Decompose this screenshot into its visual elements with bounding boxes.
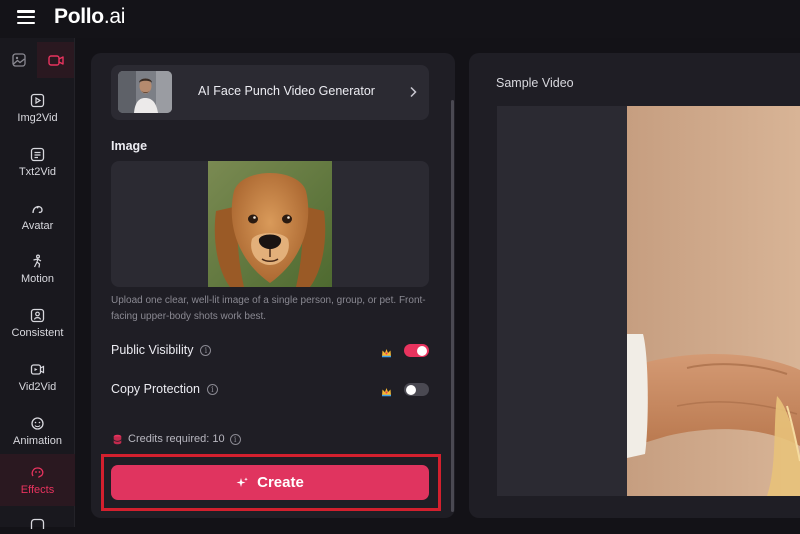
info-icon[interactable]: i (200, 344, 212, 356)
sidebar-item-label: Animation (13, 435, 62, 447)
copy-protection-toggle[interactable] (404, 383, 429, 396)
effects-icon (31, 466, 44, 478)
sidebar-item-effects[interactable]: Effects (0, 454, 75, 506)
sidebar-item-label: Consistent (11, 327, 64, 339)
copy-protection-label: Copy Protection (111, 382, 200, 396)
generator-panel: AI Face Punch Video Generator Image Uplo… (91, 53, 455, 518)
image-mode-button[interactable] (0, 42, 37, 78)
info-icon[interactable]: i (229, 433, 241, 445)
sidebar-item-avatar[interactable]: Avatar (0, 190, 75, 242)
sidebar-item-txt2vid[interactable]: Txt2Vid (0, 136, 75, 188)
animation-icon (31, 416, 44, 430)
mode-toggle (0, 42, 75, 78)
sidebar-item-animation[interactable]: Animation (0, 405, 75, 457)
upload-hint: Upload one clear, well-lit image of a si… (111, 295, 426, 322)
sidebar-item-label: Txt2Vid (18, 166, 57, 178)
public-visibility-label: Public Visibility (111, 343, 194, 357)
info-icon[interactable]: i (206, 383, 218, 395)
uploaded-dog-image (208, 161, 332, 287)
top-bar: Pollo.ai (0, 0, 800, 38)
chevron-right-icon (409, 85, 417, 103)
effect-thumbnail (118, 71, 172, 113)
credits-required: Credits required: 10 i (113, 433, 241, 445)
effect-selector[interactable]: AI Face Punch Video Generator (111, 65, 429, 120)
sample-video-frame (627, 106, 800, 496)
public-visibility-toggle[interactable] (404, 344, 429, 357)
create-button[interactable]: Create (111, 465, 429, 500)
sidebar-item-consistent[interactable]: Consistent (0, 297, 75, 349)
effect-title: AI Face Punch Video Generator (198, 84, 375, 98)
sample-video-title: Sample Video (496, 76, 574, 90)
menu-icon[interactable] (17, 10, 35, 24)
image-section-label: Image (111, 139, 148, 153)
sidebar-item-label: Img2Vid (17, 112, 58, 124)
sidebar-item-label: Motion (20, 273, 55, 285)
logo-main: Pollo (54, 5, 104, 28)
public-visibility-row: Public Visibility i (111, 343, 212, 357)
create-label: Create (257, 474, 304, 491)
sidebar-item-img2vid[interactable]: Img2Vid (0, 82, 75, 134)
credits-label: Credits required: 10 (128, 433, 225, 445)
avatar-icon (32, 205, 43, 213)
panel-scrollbar[interactable] (451, 100, 454, 512)
sample-video-player[interactable] (497, 106, 800, 496)
sidebar-more-icon[interactable] (30, 516, 45, 534)
premium-crown-icon (381, 345, 392, 363)
premium-crown-icon (381, 384, 392, 402)
sidebar-item-vid2vid[interactable]: Vid2Vid (0, 351, 75, 403)
copy-protection-row: Copy Protection i (111, 382, 218, 396)
sidebar-item-label: Vid2Vid (18, 381, 57, 393)
logo-suffix: .ai (103, 5, 126, 28)
motion-icon (33, 254, 42, 268)
sidebar-item-label: Avatar (21, 220, 54, 232)
consistent-icon (30, 308, 45, 322)
sidebar-item-label: Effects (20, 484, 55, 496)
image-icon (11, 53, 26, 67)
sparkle-icon (236, 477, 248, 489)
coin-stack-icon (113, 434, 122, 444)
sidebar: Img2Vid Txt2Vid Avatar Motion Consistent… (0, 38, 75, 533)
image-to-video-icon (30, 93, 45, 107)
video-mode-button[interactable] (37, 42, 74, 78)
text-to-video-icon (30, 147, 45, 161)
sidebar-item-motion[interactable]: Motion (0, 243, 75, 295)
video-to-video-icon (30, 363, 45, 375)
preview-panel: Sample Video (469, 53, 800, 518)
logo[interactable]: Pollo.ai (54, 5, 125, 29)
image-upload-area[interactable] (111, 161, 429, 287)
video-camera-icon (47, 54, 64, 66)
